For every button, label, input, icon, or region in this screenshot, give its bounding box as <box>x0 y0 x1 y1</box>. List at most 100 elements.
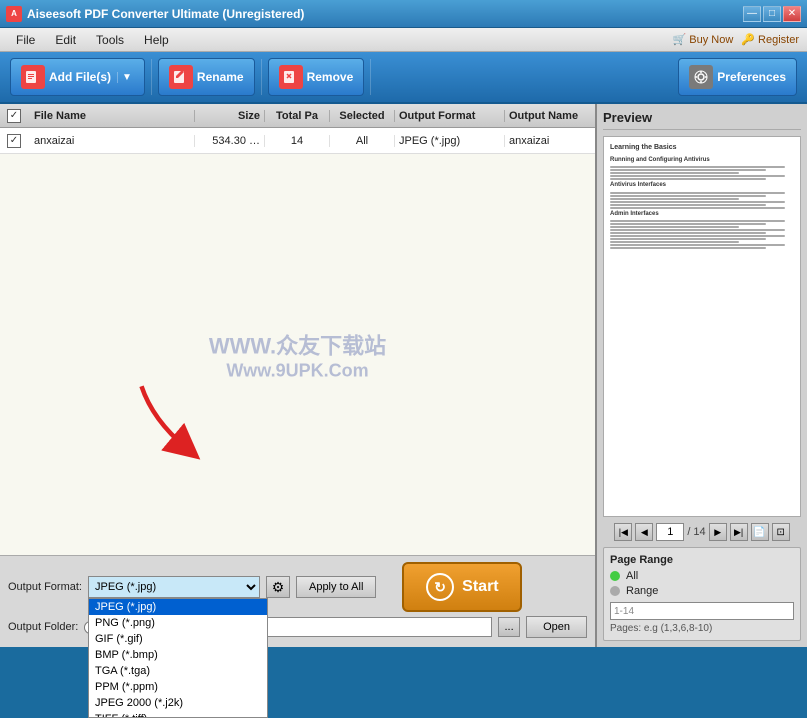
buy-now-button[interactable]: 🛒 Buy Now <box>673 33 734 46</box>
remove-button[interactable]: Remove <box>268 58 365 96</box>
row-filename: anxaizai <box>28 135 195 147</box>
select-all-checkbox[interactable]: ✓ <box>7 109 21 123</box>
all-radio-dot[interactable] <box>610 571 620 581</box>
add-files-button[interactable]: Add File(s) ▼ <box>10 58 145 96</box>
page-range-title: Page Range <box>610 554 794 566</box>
key-icon: 🔑 <box>741 33 755 46</box>
format-select[interactable]: JPEG (*.jpg) <box>88 576 260 598</box>
first-page-button[interactable]: |◀ <box>614 523 632 541</box>
close-button[interactable]: ✕ <box>783 6 801 22</box>
start-button[interactable]: ↻ Start <box>402 562 522 612</box>
watermark: WWW.众友下载站 Www.9UPK.Com <box>209 328 386 381</box>
preview-line <box>610 204 766 206</box>
format-option-gif[interactable]: GIF (*.gif) <box>89 631 267 647</box>
cart-icon: 🛒 <box>673 33 687 46</box>
header-right: 🛒 Buy Now 🔑 Register <box>673 33 799 46</box>
header-totalpages: Total Pa <box>265 110 330 122</box>
table-header: ✓ File Name Size Total Pa Selected Outpu… <box>0 104 595 128</box>
restore-button[interactable]: □ <box>763 6 781 22</box>
preferences-label: Preferences <box>717 70 786 84</box>
prev-page-button[interactable]: ◀ <box>635 523 653 541</box>
format-settings-button[interactable]: ⚙ <box>266 576 290 598</box>
format-option-tiff[interactable]: TIFF (*.tiff) <box>89 711 267 718</box>
toolbar-separator-2 <box>261 59 262 95</box>
remove-label: Remove <box>307 70 354 84</box>
title-bar-controls: — □ ✕ <box>743 6 801 22</box>
row-check-box[interactable]: ✓ <box>7 134 21 148</box>
rename-button[interactable]: Rename <box>158 58 255 96</box>
format-option-png[interactable]: PNG (*.png) <box>89 615 267 631</box>
page-range-section: Page Range All Range Pages: e.g (1,3,6,8… <box>603 547 801 641</box>
preview-line <box>610 229 785 231</box>
file-area-middle: WWW.众友下载站 Www.9UPK.Com <box>0 154 595 555</box>
pages-hint: Pages: e.g (1,3,6,8-10) <box>610 623 794 634</box>
toolbar: Add File(s) ▼ Rename Remove Preferences <box>0 52 807 104</box>
page-controls: |◀ ◀ / 14 ▶ ▶| 📄 ⊡ <box>603 523 801 541</box>
menu-edit[interactable]: Edit <box>47 31 84 49</box>
add-files-icon <box>21 65 45 89</box>
format-option-j2k[interactable]: JPEG 2000 (*.j2k) <box>89 695 267 711</box>
all-pages-row: All <box>610 570 794 582</box>
page-range-input[interactable] <box>610 602 794 620</box>
range-row: Range <box>610 585 794 597</box>
row-totalpages: 14 <box>265 135 330 147</box>
preview-doc-subtitle2: Antivirus Interfaces <box>610 181 794 189</box>
open-button[interactable]: Open <box>526 616 587 638</box>
preview-line <box>610 207 785 209</box>
output-folder-input[interactable] <box>245 617 492 637</box>
preview-line <box>610 175 785 177</box>
main-area: ✓ File Name Size Total Pa Selected Outpu… <box>0 104 807 647</box>
header-selected: Selected <box>330 110 395 122</box>
row-outname: anxaizai <box>505 135 595 147</box>
preview-line <box>610 198 739 200</box>
row-selected: All <box>330 135 395 147</box>
header-size: Size <box>195 110 265 122</box>
menu-tools[interactable]: Tools <box>88 31 132 49</box>
preview-line <box>610 169 766 171</box>
preview-line <box>610 238 766 240</box>
preview-line <box>610 223 766 225</box>
single-page-view-button[interactable]: 📄 <box>751 523 769 541</box>
start-label: Start <box>462 578 498 596</box>
preview-image: Learning the Basics Running and Configur… <box>603 136 801 517</box>
preview-doc-subtitle1: Running and Configuring Antivirus <box>610 156 794 164</box>
last-page-button[interactable]: ▶| <box>730 523 748 541</box>
preview-panel: Preview Learning the Basics Running and … <box>597 104 807 647</box>
menu-bar: File Edit Tools Help 🛒 Buy Now 🔑 Registe… <box>0 28 807 52</box>
remove-icon <box>279 65 303 89</box>
preferences-button[interactable]: Preferences <box>678 58 797 96</box>
minimize-button[interactable]: — <box>743 6 761 22</box>
start-icon: ↻ <box>426 573 454 601</box>
header-format: Output Format <box>395 110 505 122</box>
add-files-label: Add File(s) <box>49 70 111 84</box>
rename-label: Rename <box>197 70 244 84</box>
preview-doc-subtitle3: Admin Interfaces <box>610 210 794 218</box>
preview-line <box>610 232 766 234</box>
page-total: 14 <box>693 526 705 538</box>
format-option-bmp[interactable]: BMP (*.bmp) <box>89 647 267 663</box>
menu-help[interactable]: Help <box>136 31 177 49</box>
format-option-ppm[interactable]: PPM (*.ppm) <box>89 679 267 695</box>
add-dropdown-arrow[interactable]: ▼ <box>117 72 134 83</box>
register-button[interactable]: 🔑 Register <box>741 33 799 46</box>
apply-to-all-button[interactable]: Apply to All <box>296 576 376 598</box>
next-page-button[interactable]: ▶ <box>709 523 727 541</box>
menu-file[interactable]: File <box>8 31 43 49</box>
page-number-input[interactable] <box>656 523 684 541</box>
preview-line <box>610 195 766 197</box>
preview-line <box>610 172 739 174</box>
preview-line <box>610 244 785 246</box>
browse-folder-button[interactable]: ... <box>498 617 520 637</box>
row-checkbox[interactable]: ✓ <box>0 134 28 148</box>
range-radio-dot[interactable] <box>610 586 620 596</box>
fit-page-view-button[interactable]: ⊡ <box>772 523 790 541</box>
preview-line <box>610 241 739 243</box>
all-label: All <box>626 570 638 582</box>
app-title: Aiseesoft PDF Converter Ultimate (Unregi… <box>27 7 304 21</box>
preview-line <box>610 201 785 203</box>
row-size: 534.30 … <box>195 135 265 147</box>
preview-line <box>610 192 785 194</box>
format-option-jpeg[interactable]: JPEG (*.jpg) <box>89 599 267 615</box>
preview-doc-title: Learning the Basics <box>610 143 794 153</box>
format-option-tga[interactable]: TGA (*.tga) <box>89 663 267 679</box>
